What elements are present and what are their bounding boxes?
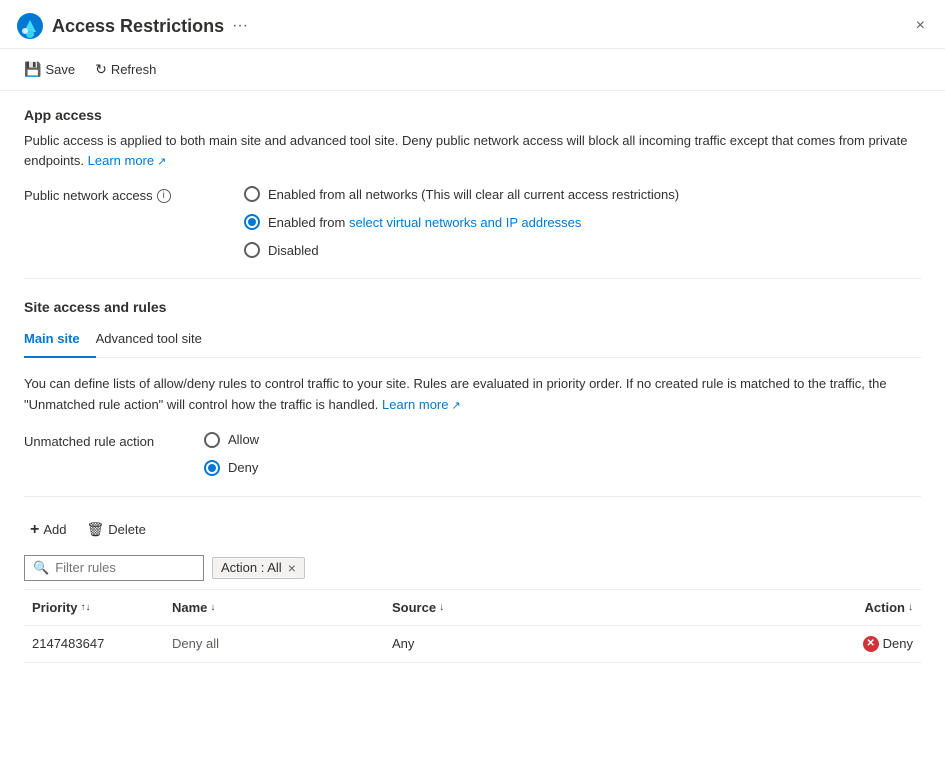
priority-sort[interactable]: Priority ↑↓	[32, 600, 156, 615]
app-access-section: App access Public access is applied to b…	[24, 107, 921, 258]
add-button[interactable]: + Add	[24, 517, 72, 543]
public-network-field: Public network access i Enabled from all…	[24, 186, 921, 258]
deny-label: Deny	[883, 636, 913, 651]
network-option-select[interactable]: Enabled from select virtual networks and…	[244, 214, 679, 230]
add-icon: +	[30, 521, 39, 539]
radio-disabled[interactable]	[244, 242, 260, 258]
filter-input[interactable]	[55, 560, 195, 575]
unmatched-deny-label: Deny	[228, 460, 258, 475]
col-source: Source ↓	[384, 590, 781, 626]
priority-sort-icon: ↑↓	[81, 602, 91, 613]
network-option-all[interactable]: Enabled from all networks (This will cle…	[244, 186, 679, 202]
source-sort[interactable]: Source ↓	[392, 600, 773, 615]
row-action: ✕ Deny	[781, 625, 921, 662]
chip-close-button[interactable]: ×	[288, 560, 296, 576]
title-left: Access Restrictions ···	[16, 12, 248, 40]
unmatched-deny-option[interactable]: Deny	[204, 460, 259, 476]
refresh-label: Refresh	[111, 62, 157, 77]
unmatched-allow-option[interactable]: Allow	[204, 432, 259, 448]
unmatched-rule-label: Unmatched rule action	[24, 432, 204, 449]
radio-select[interactable]	[244, 214, 260, 230]
close-button[interactable]: ×	[912, 13, 929, 39]
action-filter-chip: Action : All ×	[212, 557, 305, 579]
app-access-title: App access	[24, 107, 921, 123]
site-tabs: Main site Advanced tool site	[24, 323, 921, 358]
section-divider-2	[24, 496, 921, 497]
tab-advanced-tool-site[interactable]: Advanced tool site	[96, 323, 218, 358]
site-access-description: You can define lists of allow/deny rules…	[24, 374, 921, 416]
row-name: Deny all	[164, 625, 384, 662]
save-label: Save	[45, 62, 75, 77]
filter-bar: 🔍 Action : All ×	[24, 555, 921, 590]
site-access-title: Site access and rules	[24, 299, 921, 315]
radio-deny[interactable]	[204, 460, 220, 476]
deny-badge: ✕ Deny	[789, 636, 913, 652]
deny-icon: ✕	[863, 636, 879, 652]
search-icon: 🔍	[33, 560, 49, 576]
refresh-icon: ↻	[95, 61, 107, 78]
site-access-section: Site access and rules Main site Advanced…	[24, 299, 921, 476]
save-icon: 💾	[24, 61, 41, 78]
col-action: Action ↓	[781, 590, 921, 626]
more-options-icon[interactable]: ···	[232, 17, 248, 35]
title-bar: Access Restrictions ··· ×	[0, 0, 945, 49]
delete-icon: 🗑	[86, 521, 104, 538]
action-sort-icon: ↓	[908, 602, 913, 613]
app-access-learn-more-link[interactable]: Learn more	[88, 153, 167, 168]
action-sort[interactable]: Action ↓	[789, 600, 913, 615]
col-name: Name ↓	[164, 590, 384, 626]
tab-main-site[interactable]: Main site	[24, 323, 96, 358]
col-priority: Priority ↑↓	[24, 590, 164, 626]
table-header: Priority ↑↓ Name ↓ Source ↓	[24, 590, 921, 626]
save-button[interactable]: 💾 Save	[16, 57, 83, 82]
unmatched-rule-field: Unmatched rule action Allow Deny	[24, 432, 921, 476]
name-sort[interactable]: Name ↓	[172, 600, 376, 615]
network-option-select-label: Enabled from select virtual networks and…	[268, 215, 581, 230]
chip-label: Action : All	[221, 560, 282, 575]
unmatched-allow-label: Allow	[228, 432, 259, 447]
unmatched-rule-options: Allow Deny	[204, 432, 259, 476]
delete-label: Delete	[108, 522, 146, 537]
delete-button[interactable]: 🗑 Delete	[80, 517, 151, 542]
refresh-button[interactable]: ↻ Refresh	[87, 57, 164, 82]
rules-table: Priority ↑↓ Name ↓ Source ↓	[24, 590, 921, 663]
section-divider-1	[24, 278, 921, 279]
site-access-learn-more-link[interactable]: Learn more	[382, 397, 461, 412]
radio-allow[interactable]	[204, 432, 220, 448]
azure-app-icon	[16, 12, 44, 40]
network-option-disabled-label: Disabled	[268, 243, 319, 258]
filter-input-wrap: 🔍	[24, 555, 204, 581]
network-option-all-label: Enabled from all networks (This will cle…	[268, 187, 679, 202]
app-access-description: Public access is applied to both main si…	[24, 131, 921, 170]
main-content: App access Public access is applied to b…	[0, 91, 945, 756]
radio-all[interactable]	[244, 186, 260, 202]
name-sort-icon: ↓	[210, 602, 215, 613]
public-network-label: Public network access i	[24, 186, 244, 203]
add-label: Add	[43, 522, 66, 537]
source-sort-icon: ↓	[439, 602, 444, 613]
row-source: Any	[384, 625, 781, 662]
network-option-disabled[interactable]: Disabled	[244, 242, 679, 258]
public-network-options: Enabled from all networks (This will cle…	[244, 186, 679, 258]
public-network-info-icon[interactable]: i	[157, 189, 171, 203]
page-title: Access Restrictions	[52, 16, 224, 37]
row-priority: 2147483647	[24, 625, 164, 662]
add-delete-bar: + Add 🗑 Delete	[24, 517, 921, 543]
table-row: 2147483647 Deny all Any ✕ Deny	[24, 625, 921, 662]
toolbar: 💾 Save ↻ Refresh	[0, 49, 945, 91]
table-body: 2147483647 Deny all Any ✕ Deny	[24, 625, 921, 662]
header-row: Priority ↑↓ Name ↓ Source ↓	[24, 590, 921, 626]
